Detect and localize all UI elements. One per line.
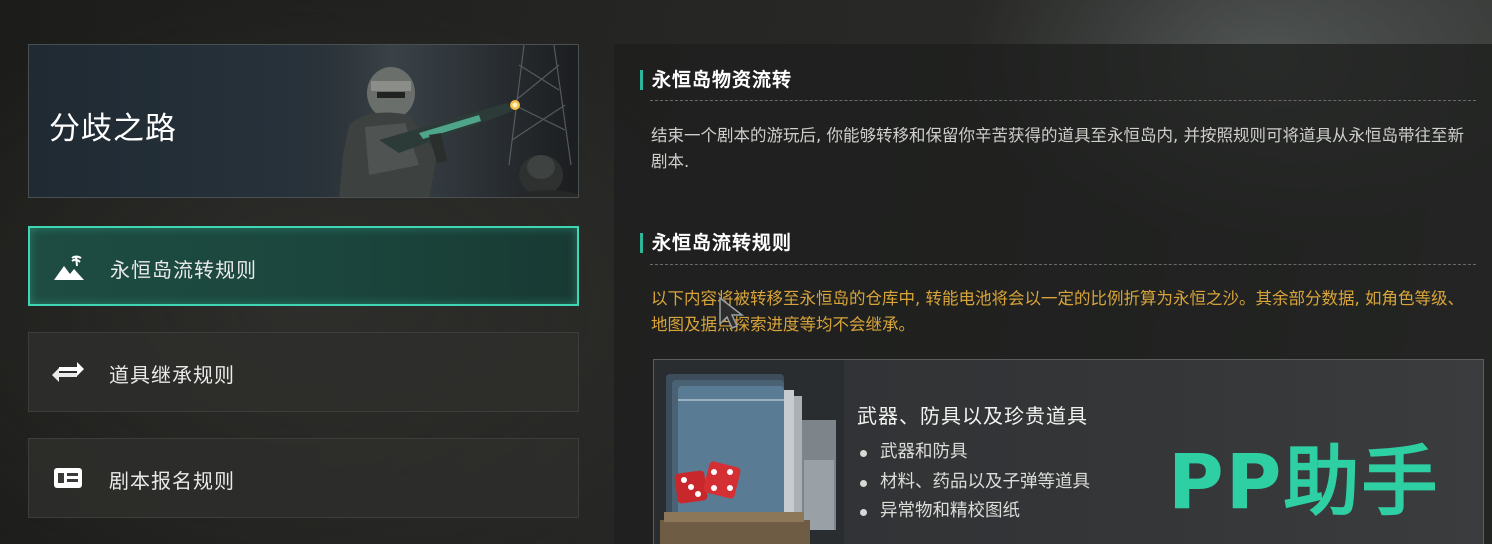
scenario-banner: 分歧之路 xyxy=(28,44,579,198)
id-card-icon xyxy=(54,468,82,488)
scenario-title: 分歧之路 xyxy=(49,111,177,147)
soldier-artwork xyxy=(309,45,578,197)
nav-label-item-inheritance-rules: 道具继承规则 xyxy=(109,363,235,387)
card-bullet-list: 武器和防具 材料、药品以及子弹等道具 异常物和精校图纸 xyxy=(857,438,1090,527)
list-item: 异常物和精校图纸 xyxy=(857,497,1090,527)
nav-item-scenario-signup-rules[interactable]: 剧本报名规则 xyxy=(28,438,579,518)
folders-and-dice-artwork xyxy=(654,360,844,544)
nav-label-scenario-signup-rules: 剧本报名规则 xyxy=(109,469,235,493)
nav-item-island-transfer-rules[interactable]: 永恒岛流转规则 xyxy=(28,226,579,306)
section-title-island-transfer-rules: 永恒岛流转规则 xyxy=(640,233,792,253)
watermark-logo: PP助手 xyxy=(1168,437,1440,526)
section-divider xyxy=(650,264,1476,265)
nav-item-item-inheritance-rules[interactable]: 道具继承规则 xyxy=(28,332,579,412)
section-body-island-material-transfer: 结束一个剧本的游玩后, 你能够转移和保留你辛苦获得的道具至永恒岛内, 并按照规则… xyxy=(651,126,1464,171)
list-item: 武器和防具 xyxy=(857,438,1090,468)
section-title-island-material-transfer: 永恒岛物资流转 xyxy=(640,70,792,90)
list-item: 材料、药品以及子弹等道具 xyxy=(857,468,1090,498)
card-title: 武器、防具以及珍贵道具 xyxy=(857,404,1088,428)
island-icon xyxy=(54,255,84,280)
section-body-island-transfer-rules: 以下内容将被转移至永恒岛的仓库中, 转能电池将会以一定的比例折算为永恒之沙。其余… xyxy=(651,289,1464,334)
section-divider xyxy=(650,100,1476,101)
swap-arrows-icon xyxy=(52,362,84,382)
nav-label-island-transfer-rules: 永恒岛流转规则 xyxy=(110,258,257,282)
mouse-cursor-icon xyxy=(719,296,744,329)
